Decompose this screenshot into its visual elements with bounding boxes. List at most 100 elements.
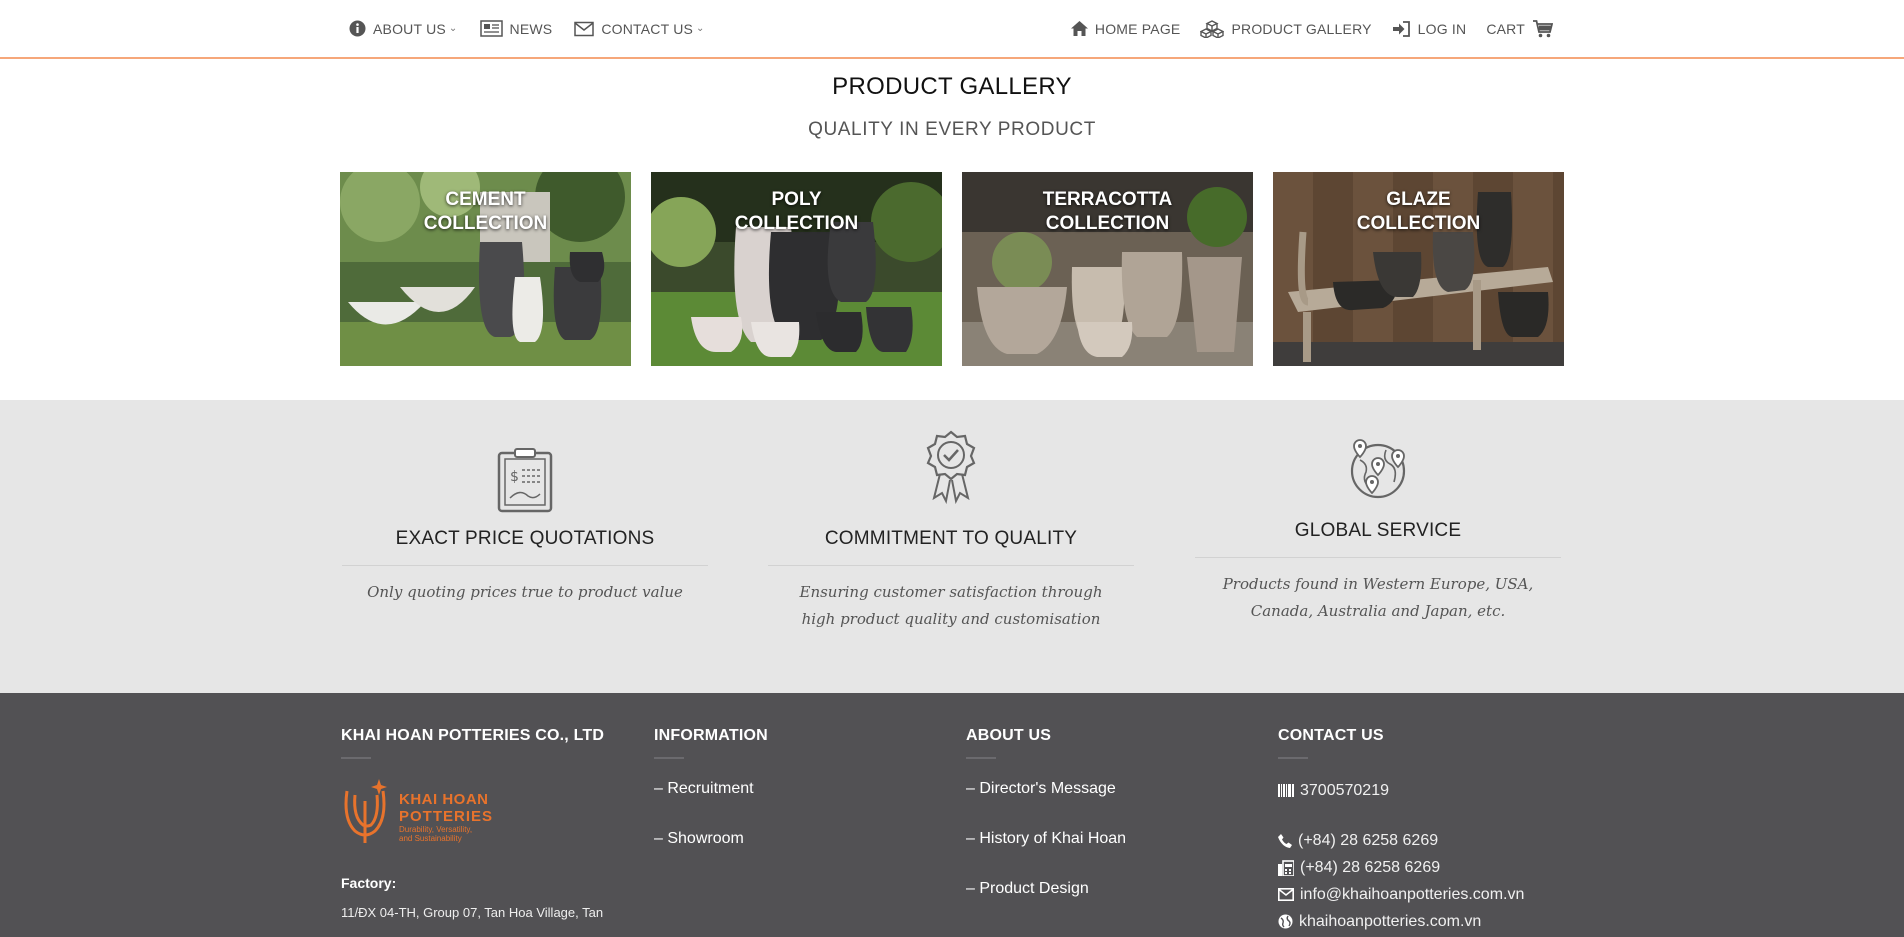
company-logo[interactable]: KHAI HOAN POTTERIES Durability, Versatil… <box>341 779 641 845</box>
divider <box>341 757 371 759</box>
collection-suffix: COLLECTION <box>1356 213 1481 234</box>
nav-home-page-label: HOME PAGE <box>1094 20 1181 37</box>
cement-collection-tile[interactable]: CEMENT COLLECTION <box>340 172 631 366</box>
right-nav: HOME PAGE PRODUCT GALLERY LOG IN CART <box>1051 0 1553 57</box>
information-links: – Recruitment – Showroom <box>654 780 954 880</box>
logo-text-line1: KHAI HOAN <box>399 791 489 808</box>
info-circle-icon <box>349 20 366 37</box>
footer-link-history[interactable]: – History of Khai Hoan <box>966 830 1266 880</box>
sign-in-icon <box>1392 20 1410 37</box>
cart-icon <box>1533 19 1553 37</box>
poly-collection-label: POLY COLLECTION <box>651 188 942 236</box>
chevron-down-icon: ⌄ <box>696 23 705 34</box>
nav-news-label: NEWS <box>509 20 553 37</box>
footer-link-product-design[interactable]: – Product Design <box>966 880 1266 930</box>
footer-contact-title: CONTACT US <box>1278 727 1384 744</box>
feature-description: Ensuring customer satisfaction through h… <box>799 583 1103 628</box>
feature-description: Only quoting prices true to product valu… <box>367 583 683 601</box>
collection-suffix: COLLECTION <box>1045 213 1170 234</box>
feature-title: COMMITMENT TO QUALITY <box>824 528 1078 549</box>
features-section: $ EXACT PRICE QUOTATIONS Only quoting pr… <box>0 400 1904 693</box>
logo-tagline-line1: Durability, Versatility, <box>399 825 473 834</box>
nav-log-in-label: LOG IN <box>1417 20 1467 37</box>
site-footer: KHAI HOAN POTTERIES CO., LTD KHAI HOAN P… <box>0 693 1904 937</box>
divider <box>966 757 996 759</box>
fax-number: (+84) 28 6258 6269 <box>1300 858 1441 876</box>
nav-about-us-label: ABOUT US <box>373 20 446 37</box>
collection-name: GLAZE <box>1386 189 1451 210</box>
left-nav: ABOUT US ⌄ NEWS CONTACT US ⌄ <box>349 0 727 57</box>
logo-text-line2: POTTERIES <box>399 808 494 825</box>
footer-company-column: KHAI HOAN POTTERIES CO., LTD KHAI HOAN P… <box>341 727 641 920</box>
nav-about-us[interactable]: ABOUT US ⌄ <box>349 20 458 37</box>
newspaper-icon <box>479 20 503 37</box>
contact-list: 3700570219 (+84) 28 6258 6269 (+84) 28 6… <box>1278 777 1578 935</box>
footer-company-title: KHAI HOAN POTTERIES CO., LTD <box>341 727 605 744</box>
top-navigation: ABOUT US ⌄ NEWS CONTACT US ⌄ HOME PAGE P… <box>0 0 1904 59</box>
clipboard-price-icon: $ <box>497 448 553 513</box>
page-subtitle: QUALITY IN EVERY PRODUCT <box>808 119 1096 140</box>
terracotta-collection-tile[interactable]: TERRACOTTA COLLECTION <box>962 172 1253 366</box>
feature-global: GLOBAL SERVICE Products found in Western… <box>1195 438 1561 625</box>
logo-tagline-line2: and Sustainability <box>399 834 462 843</box>
divider <box>1195 557 1561 558</box>
factory-label: Factory: <box>341 875 397 891</box>
phone-icon <box>1278 833 1292 848</box>
divider <box>342 565 708 566</box>
footer-about-column: ABOUT US – Director's Message – History … <box>966 727 1266 930</box>
nav-cart[interactable]: CART <box>1486 19 1553 38</box>
feature-description: Products found in Western Europe, USA, C… <box>1222 575 1534 620</box>
footer-link-showroom[interactable]: – Showroom <box>654 830 954 880</box>
collection-suffix: COLLECTION <box>423 213 548 234</box>
globe-pins-icon <box>1350 439 1406 499</box>
collection-name: POLY <box>771 189 822 210</box>
footer-about-title: ABOUT US <box>966 727 1052 744</box>
cement-collection-label: CEMENT COLLECTION <box>340 188 631 236</box>
nav-product-gallery[interactable]: PRODUCT GALLERY <box>1200 19 1372 38</box>
nav-news[interactable]: NEWS <box>479 20 553 37</box>
nav-product-gallery-label: PRODUCT GALLERY <box>1231 20 1372 37</box>
footer-link-recruitment[interactable]: – Recruitment <box>654 780 954 830</box>
cubes-icon <box>1200 19 1225 38</box>
chevron-down-icon: ⌄ <box>448 23 458 34</box>
page-title: PRODUCT GALLERY <box>832 73 1072 100</box>
divider <box>1278 757 1308 759</box>
khai-hoan-logo-icon <box>344 779 387 843</box>
phone-line[interactable]: (+84) 28 6258 6269 <box>1278 827 1578 854</box>
collection-suffix: COLLECTION <box>734 213 859 234</box>
globe-icon <box>1278 914 1293 929</box>
divider <box>654 757 684 759</box>
logo-text: KHAI HOAN POTTERIES Durability, Versatil… <box>399 791 493 843</box>
website-line[interactable]: khaihoanpotteries.com.vn <box>1278 908 1578 935</box>
nav-contact-us[interactable]: CONTACT US ⌄ <box>574 21 704 37</box>
nav-log-in[interactable]: LOG IN <box>1392 21 1467 37</box>
nav-contact-us-label: CONTACT US <box>601 20 694 37</box>
website-url: khaihoanpotteries.com.vn <box>1299 912 1482 930</box>
poly-collection-tile[interactable]: POLY COLLECTION <box>651 172 942 366</box>
envelope-icon <box>574 21 595 36</box>
feature-title: GLOBAL SERVICE <box>1294 520 1462 541</box>
feature-price: $ EXACT PRICE QUOTATIONS Only quoting pr… <box>342 448 708 606</box>
email-line[interactable]: info@khaihoanpotteries.com.vn <box>1278 881 1578 908</box>
glaze-collection-tile[interactable]: GLAZE COLLECTION <box>1273 172 1564 366</box>
nav-home-page[interactable]: HOME PAGE <box>1070 20 1181 37</box>
divider <box>768 565 1134 566</box>
email-address: info@khaihoanpotteries.com.vn <box>1300 885 1525 903</box>
feature-title: EXACT PRICE QUOTATIONS <box>395 528 655 549</box>
footer-contact-column: CONTACT US 3700570219 (+84) 28 6258 6269… <box>1278 727 1578 935</box>
home-icon <box>1070 21 1088 36</box>
glaze-collection-label: GLAZE COLLECTION <box>1273 188 1564 236</box>
svg-text:$: $ <box>510 469 519 485</box>
footer-information-column: INFORMATION – Recruitment – Showroom <box>654 727 954 880</box>
envelope-icon <box>1278 888 1294 901</box>
footer-link-directors-message[interactable]: – Director's Message <box>966 780 1266 830</box>
collection-name: CEMENT <box>445 189 526 210</box>
collection-name: TERRACOTTA <box>1042 189 1173 210</box>
fax-line: (+84) 28 6258 6269 <box>1278 854 1578 881</box>
phone-number: (+84) 28 6258 6269 <box>1298 831 1439 849</box>
terracotta-collection-label: TERRACOTTA COLLECTION <box>962 188 1253 236</box>
feature-quality: COMMITMENT TO QUALITY Ensuring customer … <box>768 430 1134 633</box>
factory-address: 11/ĐX 04-TH, Group 07, Tan Hoa Village, … <box>341 905 604 920</box>
barcode-icon <box>1278 784 1294 797</box>
